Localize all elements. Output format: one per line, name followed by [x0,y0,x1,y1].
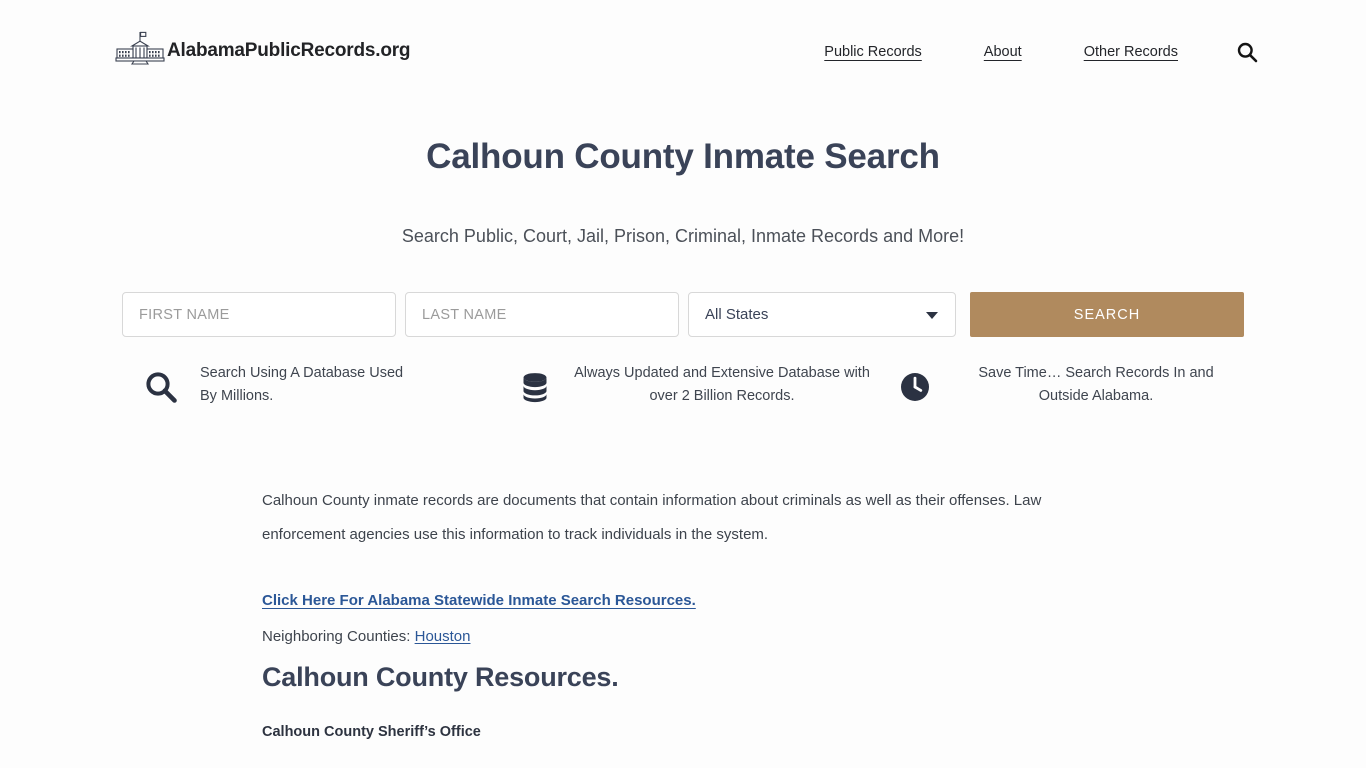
nav-item-about[interactable]: About [984,44,1022,60]
feature-text: Search Using A Database Used By Millions… [200,365,404,404]
white-house-icon [112,30,168,70]
resource-item-sheriffs-office: Calhoun County Sheriff’s Office [262,724,481,740]
record-search-form: All States SEARCH [122,292,1244,337]
feature-item-database-millions: Search Using A Database Used By Millions… [122,362,496,407]
page-subtitle: Search Public, Court, Jail, Prison, Crim… [401,226,965,246]
statewide-resources-link[interactable]: Click Here For Alabama Statewide Inmate … [262,592,696,609]
site-header: AlabamaPublicRecords.org Public Records … [0,0,1366,100]
nav-item-public-records[interactable]: Public Records [824,44,922,60]
page-title: Calhoun County Inmate Search [426,137,940,177]
clock-icon [876,362,954,404]
primary-navigation: Public Records About Other Records [824,41,1258,63]
feature-item-save-time: Save Time… Search Records In and Outside… [876,362,1244,407]
resources-heading: Calhoun County Resources. [262,662,619,692]
site-logo[interactable]: AlabamaPublicRecords.org [112,30,411,70]
feature-item-extensive-database: Always Updated and Extensive Database wi… [496,362,876,407]
feature-text: Always Updated and Extensive Database wi… [574,365,870,404]
article-body: Calhoun County inmate records are docume… [262,484,1102,649]
feature-text: Save Time… Search Records In and Outside… [978,365,1214,404]
site-logo-text: AlabamaPublicRecords.org [167,39,411,61]
last-name-input[interactable] [405,292,679,337]
search-submit-button[interactable]: SEARCH [970,292,1244,337]
nav-item-other-records[interactable]: Other Records [1084,44,1178,60]
neighboring-county-link-houston[interactable]: Houston [415,628,471,645]
search-icon[interactable] [1236,41,1258,63]
intro-paragraph: Calhoun County inmate records are docume… [262,492,1042,543]
neighboring-counties-label: Neighboring Counties: [262,628,411,645]
state-select-value: All States [705,306,769,323]
search-icon [122,362,200,404]
first-name-input[interactable] [122,292,396,337]
neighboring-counties-line: Neighboring Counties: Houston [262,625,1102,649]
state-select-wrapper: All States [688,292,956,337]
database-icon [496,362,574,404]
page-root: AlabamaPublicRecords.org Public Records … [0,0,1366,768]
feature-list: Search Using A Database Used By Millions… [122,362,1244,407]
state-select[interactable]: All States [688,292,956,337]
